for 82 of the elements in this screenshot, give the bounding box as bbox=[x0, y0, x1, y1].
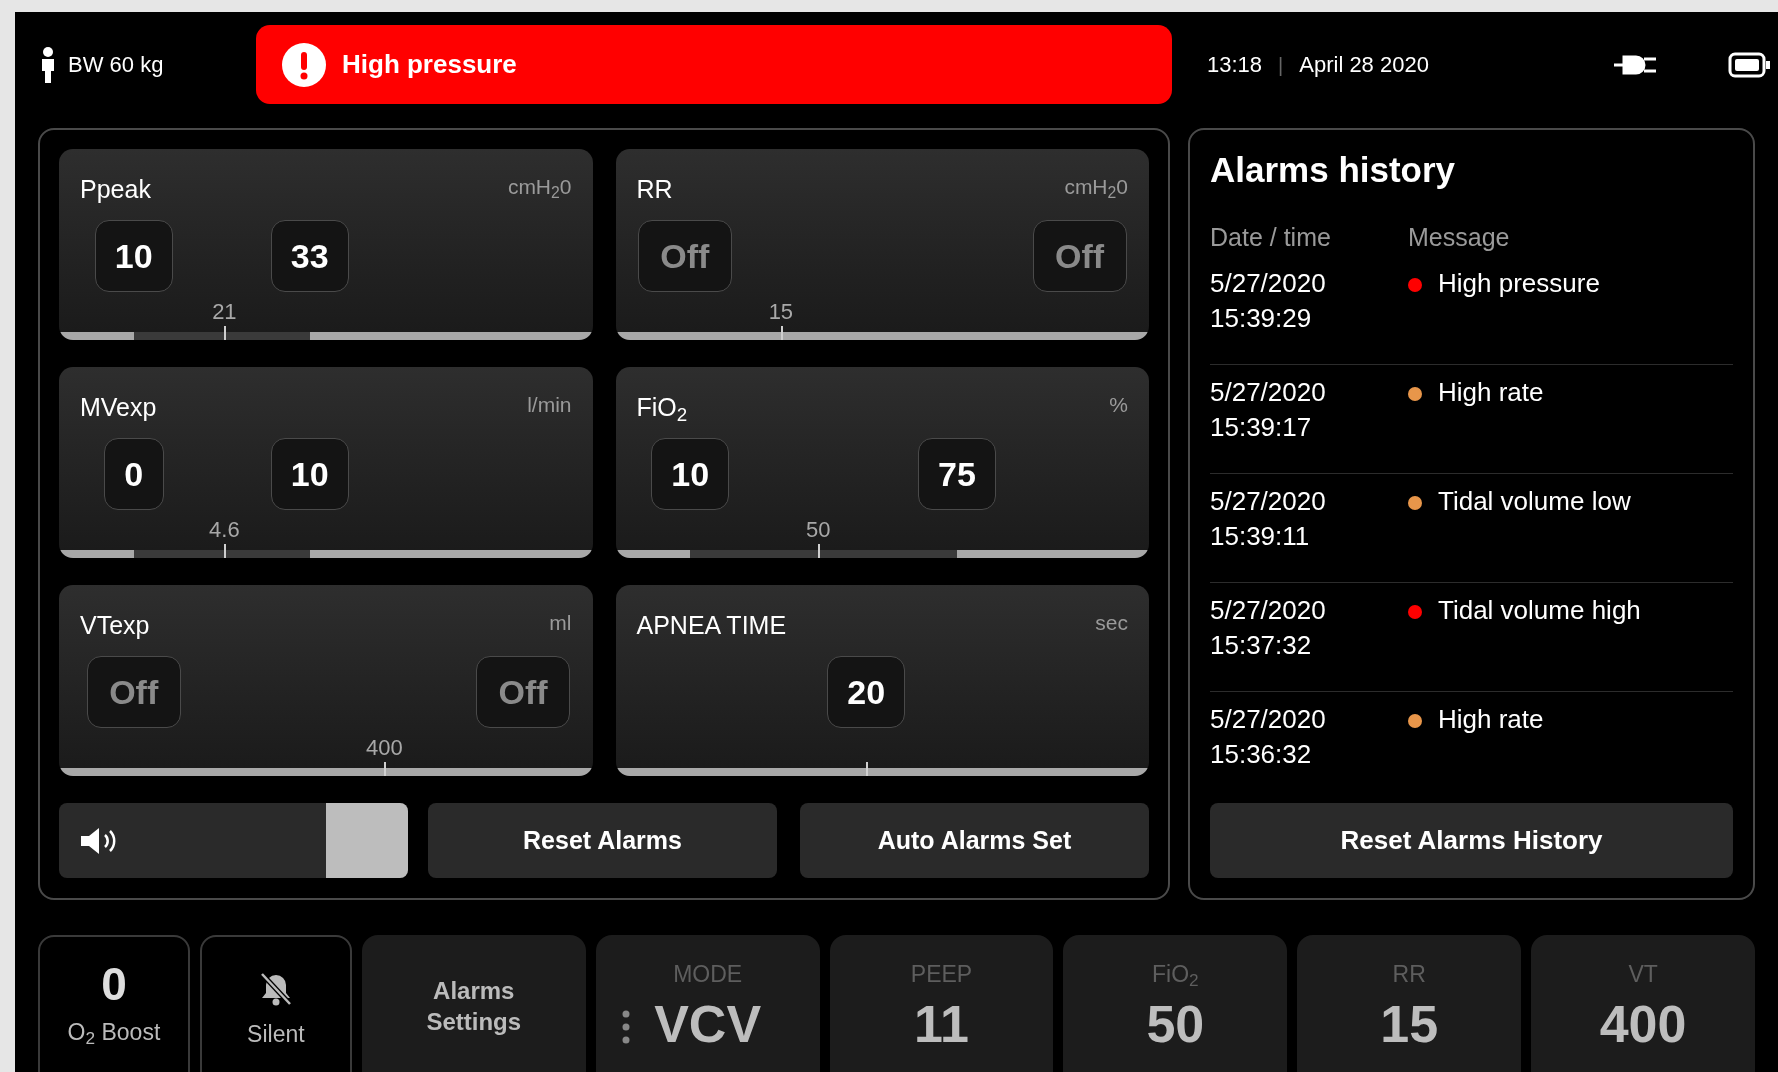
alarm-time: 15:37:32 bbox=[1210, 629, 1313, 662]
setting-label: FiO$_{2}$ bbox=[1152, 960, 1199, 992]
alarms-settings-tile[interactable]: Alarms Settings bbox=[361, 935, 586, 1072]
date-text: April 28 2020 bbox=[1299, 51, 1429, 79]
setting-label: PEEP bbox=[910, 960, 973, 989]
alarm-time: 15:36:32 bbox=[1210, 738, 1313, 771]
limit-value-button[interactable]: 20 bbox=[827, 656, 906, 728]
setting-value: VCV bbox=[654, 997, 762, 1050]
current-value: 50 bbox=[806, 516, 831, 544]
alarm-message: High rate bbox=[1438, 703, 1544, 736]
limit-value-button[interactable]: Off bbox=[637, 220, 732, 292]
slider-thumb[interactable] bbox=[326, 803, 408, 878]
current-value: 4.6 bbox=[209, 516, 240, 544]
alarm-message: High rate bbox=[1438, 376, 1544, 409]
person-icon bbox=[40, 46, 56, 83]
limit-value-button[interactable]: 10 bbox=[270, 438, 349, 510]
current-value: 400 bbox=[366, 734, 403, 762]
setting-value: 15 bbox=[1380, 997, 1439, 1050]
parameter-name: APNEA TIME bbox=[636, 610, 787, 641]
setting-value: 400 bbox=[1599, 997, 1687, 1050]
alarm-time: 15:39:11 bbox=[1210, 520, 1311, 553]
setting-label: MODE bbox=[673, 960, 743, 989]
limit-value-button[interactable]: Off bbox=[1032, 220, 1127, 292]
tile-label: Silent bbox=[247, 1020, 305, 1049]
setting-label: RR bbox=[1392, 960, 1426, 989]
limit-value-button[interactable]: Off bbox=[476, 656, 571, 728]
parameter-name: FiO$_{2}$ bbox=[636, 392, 688, 427]
alarm-date: 5/27/2020 bbox=[1210, 267, 1327, 300]
column-header: Message bbox=[1408, 221, 1510, 253]
limit-value-button[interactable]: 75 bbox=[917, 438, 996, 510]
setting-tile[interactable]: PEEP 11 bbox=[829, 935, 1054, 1072]
alarm-date: 5/27/2020 bbox=[1210, 703, 1327, 736]
unit-label: l/min bbox=[527, 392, 572, 418]
unit-label: cmH$_{2}$0 bbox=[507, 174, 572, 203]
setting-value: 50 bbox=[1146, 997, 1205, 1050]
unit-label: cmH$_{2}$0 bbox=[1064, 174, 1128, 203]
limit-value-button[interactable]: 10 bbox=[94, 220, 173, 292]
unit-label: ml bbox=[549, 610, 572, 636]
alert-message: High pressure bbox=[342, 48, 517, 81]
clock-time: 13:18 bbox=[1207, 51, 1263, 79]
alarm-date: 5/27/2020 bbox=[1210, 485, 1327, 518]
limit-value-button[interactable]: Off bbox=[86, 656, 181, 728]
parameter-name: RR bbox=[636, 174, 673, 205]
alarm-time: 15:39:29 bbox=[1210, 302, 1313, 335]
alarm-time: 15:39:17 bbox=[1210, 411, 1313, 444]
panel-title: Alarms history bbox=[1210, 149, 1457, 191]
current-value: 21 bbox=[212, 298, 237, 326]
alarm-message: Tidal volume high bbox=[1438, 594, 1641, 627]
tile-label: O$_{2}$ Boost bbox=[67, 1018, 161, 1050]
setting-value: 11 bbox=[914, 997, 969, 1050]
battery-icon bbox=[1727, 51, 1770, 78]
setting-label: VT bbox=[1628, 960, 1658, 989]
parameter-name: MVexp bbox=[80, 392, 157, 423]
unit-label: % bbox=[1109, 392, 1128, 418]
setting-tile[interactable]: VT 400 bbox=[1531, 935, 1755, 1072]
silent-tile[interactable]: Silent bbox=[199, 935, 352, 1072]
body-weight: BW 60 kg bbox=[68, 51, 164, 79]
setting-tile[interactable]: MODE VCV bbox=[595, 935, 820, 1072]
action-button[interactable]: Reset Alarms bbox=[428, 803, 777, 878]
unit-label: sec bbox=[1095, 610, 1128, 636]
alarm-date: 5/27/2020 bbox=[1210, 594, 1327, 627]
limit-value-button[interactable]: 0 bbox=[103, 438, 164, 510]
alarm-message: High pressure bbox=[1438, 267, 1600, 300]
action-button[interactable]: Auto Alarms Set bbox=[800, 803, 1149, 878]
setting-tile[interactable]: RR 15 bbox=[1297, 935, 1522, 1072]
parameter-name: Ppeak bbox=[80, 174, 151, 205]
o2-boost-tile[interactable]: 0 O$_{2}$ Boost bbox=[38, 935, 190, 1072]
reset-history-button[interactable]: Reset Alarms History bbox=[1210, 803, 1733, 878]
volume-slider[interactable] bbox=[59, 803, 408, 878]
alarm-date: 5/27/2020 bbox=[1210, 376, 1327, 409]
alert-banner[interactable]: High pressure bbox=[256, 25, 1172, 104]
separator: | bbox=[1278, 52, 1284, 78]
exclamation-icon bbox=[282, 42, 326, 87]
tile-label: Alarms Settings bbox=[425, 976, 523, 1037]
current-value: 15 bbox=[768, 298, 794, 326]
parameter-name: VTexp bbox=[80, 610, 150, 641]
limit-value-button[interactable]: 33 bbox=[270, 220, 349, 292]
tile-value: 0 bbox=[101, 961, 127, 1007]
setting-tile[interactable]: FiO$_{2}$ 50 bbox=[1063, 935, 1288, 1072]
limit-value-button[interactable]: 10 bbox=[651, 438, 730, 510]
column-header: Date / time bbox=[1210, 221, 1332, 253]
alarm-message: Tidal volume low bbox=[1438, 485, 1631, 518]
